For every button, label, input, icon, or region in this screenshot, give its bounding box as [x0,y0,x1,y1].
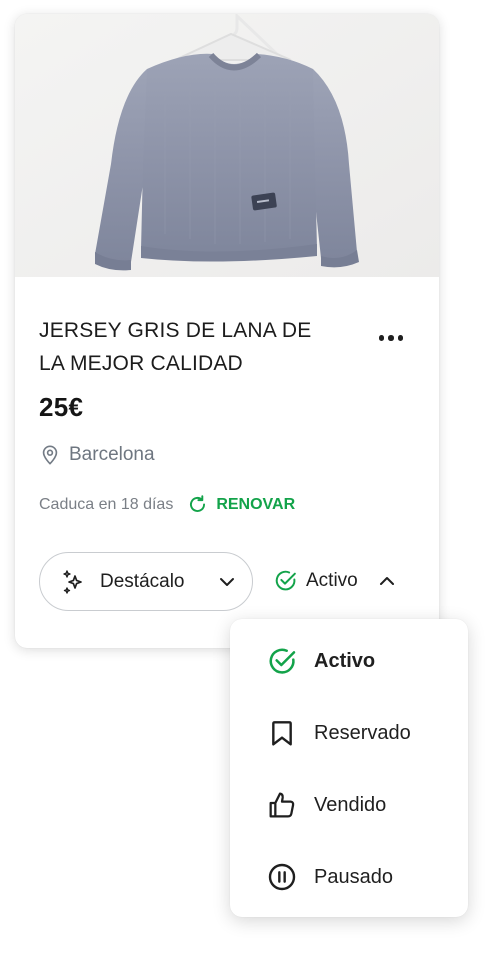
status-option-label: Activo [314,649,376,672]
status-option-label: Pausado [314,865,393,888]
product-location: Barcelona [39,444,155,466]
renew-label: RENOVAR [216,495,296,513]
more-dot-icon [378,335,385,341]
status-option-pausado[interactable]: Pausado [266,861,393,893]
product-title-line-2: LA MEJOR CALIDAD [39,352,243,375]
product-price: 25€ [39,392,84,422]
status-option-reservado[interactable]: Reservado [266,717,411,749]
more-options-button[interactable] [373,328,409,348]
product-card: JERSEY GRIS DE LANA DE LA MEJOR CALIDAD … [15,14,439,648]
bookmark-icon [272,721,292,746]
location-pin-icon [42,445,58,465]
status-label: Activo [306,569,358,591]
product-image[interactable] [15,14,439,277]
sparkles-icon [63,569,82,594]
refresh-icon [190,495,206,512]
check-circle-icon [275,570,296,591]
more-dot-icon [397,335,404,341]
expiry-row: Caduca en 18 días RENOVAR [39,494,295,515]
chevron-down-icon [220,577,234,586]
thumbs-up-icon [269,792,295,818]
product-title-line-1: JERSEY GRIS DE LANA DE [39,319,312,342]
location-text: Barcelona [69,444,155,465]
chevron-up-icon [379,576,394,585]
status-option-activo[interactable]: Activo [266,645,375,677]
status-option-label: Reservado [314,721,411,744]
renew-button[interactable]: RENOVAR [187,494,295,515]
status-option-vendido[interactable]: Vendido [266,789,386,821]
check-circle-icon [269,648,296,674]
more-dot-icon [388,335,394,341]
status-menu: Activo Reservado Vendido Pausado [230,619,468,917]
product-title[interactable]: JERSEY GRIS DE LANA DE LA MEJOR CALIDAD [39,314,339,380]
expiry-text: Caduca en 18 días [39,495,174,513]
status-dropdown-button[interactable]: Activo [273,568,396,593]
sweater-photo [15,14,439,277]
feature-button[interactable]: Destácalo [39,552,253,611]
feature-label: Destácalo [100,570,185,592]
pause-circle-icon [268,863,296,891]
status-option-label: Vendido [314,793,387,816]
